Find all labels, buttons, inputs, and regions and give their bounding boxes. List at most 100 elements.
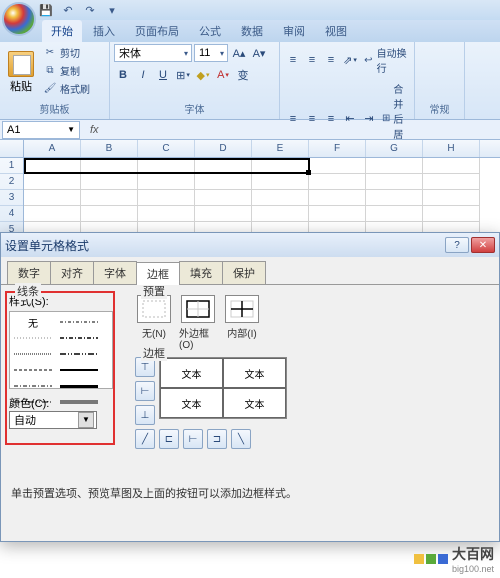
row-header-3[interactable]: 3 (0, 190, 23, 206)
tab-view[interactable]: 视图 (316, 20, 356, 42)
fx-icon[interactable]: fx (90, 124, 99, 136)
col-header-g[interactable]: G (366, 140, 423, 157)
align-middle-button[interactable]: ≡ (303, 51, 321, 69)
col-header-d[interactable]: D (195, 140, 252, 157)
border-preview[interactable]: 文本 文本 文本 文本 (159, 357, 287, 419)
border-bottom-button[interactable]: ⊥ (135, 405, 155, 425)
align-top-button[interactable]: ≡ (284, 51, 302, 69)
preview-cell: 文本 (160, 358, 223, 388)
orientation-button[interactable]: ⇗ (341, 51, 359, 69)
dialog-help-button[interactable]: ? (445, 237, 469, 253)
align-center-button[interactable]: ≡ (303, 110, 321, 128)
row-header-4[interactable]: 4 (0, 206, 23, 222)
line-style-1[interactable] (60, 316, 98, 328)
tab-formula[interactable]: 公式 (190, 20, 230, 42)
bold-button[interactable]: B (114, 66, 132, 84)
dtab-font[interactable]: 字体 (93, 261, 137, 284)
border-diag2-button[interactable]: ╲ (231, 429, 251, 449)
row-header-2[interactable]: 2 (0, 174, 23, 190)
line-style-7[interactable] (60, 364, 98, 376)
preset-none-button[interactable]: 无(N) (135, 295, 173, 351)
preset-outline-button[interactable]: 外边框(O) (179, 295, 217, 351)
phonetic-button[interactable]: 变 (234, 66, 252, 84)
dtab-align[interactable]: 对齐 (50, 261, 94, 284)
tab-home[interactable]: 开始 (42, 20, 82, 42)
group-font: 宋体 11 A▴ A▾ B I U ⊞ ◆ A 变 字体 (110, 42, 280, 119)
watermark-logo (414, 554, 448, 564)
border-hmid-button[interactable]: ⊢ (135, 381, 155, 401)
formula-bar: A1▼ fx (0, 120, 500, 140)
line-style-6[interactable] (14, 364, 52, 376)
line-style-5[interactable] (60, 348, 98, 360)
cells-area[interactable] (24, 158, 500, 238)
column-headers: A B C D E F G H (0, 140, 500, 158)
font-name-combo[interactable]: 宋体 (114, 44, 192, 62)
align-left-button[interactable]: ≡ (284, 110, 302, 128)
save-button[interactable]: 💾 (36, 1, 56, 19)
preset-inside-icon (225, 295, 259, 323)
col-header-b[interactable]: B (81, 140, 138, 157)
indent-inc-button[interactable]: ⇥ (360, 110, 378, 128)
font-size-combo[interactable]: 11 (194, 44, 228, 62)
line-style-list[interactable]: 无 (9, 311, 113, 389)
copy-label: 复制 (60, 63, 80, 78)
dialog-close-button[interactable]: ✕ (471, 237, 495, 253)
grow-font-button[interactable]: A▴ (230, 44, 248, 62)
dtab-number[interactable]: 数字 (7, 261, 51, 284)
tab-layout[interactable]: 页面布局 (126, 20, 188, 42)
preset-inside-button[interactable]: 内部(I) (223, 295, 261, 351)
name-box-value: A1 (7, 124, 20, 136)
tab-data[interactable]: 数据 (232, 20, 272, 42)
wrap-text-button[interactable]: ↩自动换行 (360, 44, 410, 76)
align-right-button[interactable]: ≡ (322, 110, 340, 128)
format-painter-button[interactable]: 🖌格式刷 (40, 80, 93, 97)
align-bottom-button[interactable]: ≡ (322, 51, 340, 69)
col-header-a[interactable]: A (24, 140, 81, 157)
col-header-e[interactable]: E (252, 140, 309, 157)
col-header-h[interactable]: H (423, 140, 480, 157)
dtab-protect[interactable]: 保护 (222, 261, 266, 284)
format-label: 格式刷 (60, 81, 90, 96)
redo-button[interactable]: ↷ (80, 1, 100, 19)
ribbon-tab-bar: 开始 插入 页面布局 公式 数据 审阅 视图 (0, 20, 500, 42)
office-button[interactable] (2, 2, 36, 36)
italic-button[interactable]: I (134, 66, 152, 84)
line-style-none[interactable]: 无 (14, 316, 52, 328)
border-vmid-button[interactable]: ⊢ (183, 429, 203, 449)
border-button[interactable]: ⊞ (174, 66, 192, 84)
cut-button[interactable]: ✂剪切 (40, 44, 93, 61)
tab-review[interactable]: 审阅 (274, 20, 314, 42)
col-header-c[interactable]: C (138, 140, 195, 157)
line-style-8[interactable] (14, 380, 52, 392)
copy-button[interactable]: ⧉复制 (40, 62, 93, 79)
dtab-border[interactable]: 边框 (136, 262, 180, 285)
select-all-corner[interactable] (0, 140, 24, 157)
line-style-3[interactable] (60, 332, 98, 344)
preset-none-label: 无(N) (142, 325, 166, 340)
line-style-11[interactable] (60, 396, 98, 408)
border-left-button[interactable]: ⊏ (159, 429, 179, 449)
line-style-4[interactable] (14, 348, 52, 360)
row-header-1[interactable]: 1 (0, 158, 23, 174)
copy-icon: ⧉ (43, 64, 57, 78)
font-color-button[interactable]: A (214, 66, 232, 84)
tab-insert[interactable]: 插入 (84, 20, 124, 42)
line-style-9[interactable] (60, 380, 98, 392)
preset-inner-label: 内部(I) (227, 325, 256, 340)
col-header-f[interactable]: F (309, 140, 366, 157)
underline-button[interactable]: U (154, 66, 172, 84)
border-diag1-button[interactable]: ╱ (135, 429, 155, 449)
qat-customize[interactable]: ▾ (102, 1, 122, 19)
border-right-button[interactable]: ⊐ (207, 429, 227, 449)
dtab-fill[interactable]: 填充 (179, 261, 223, 284)
fill-color-button[interactable]: ◆ (194, 66, 212, 84)
brush-icon: 🖌 (43, 82, 57, 96)
name-box[interactable]: A1▼ (2, 121, 80, 139)
line-color-combo[interactable]: 自动 (9, 411, 97, 429)
shrink-font-button[interactable]: A▾ (250, 44, 268, 62)
line-style-2[interactable] (14, 332, 52, 344)
indent-dec-button[interactable]: ⇤ (341, 110, 359, 128)
paste-button[interactable]: 粘贴 (4, 44, 38, 100)
undo-button[interactable]: ↶ (58, 1, 78, 19)
dialog-titlebar[interactable]: 设置单元格格式 ? ✕ (1, 233, 499, 257)
